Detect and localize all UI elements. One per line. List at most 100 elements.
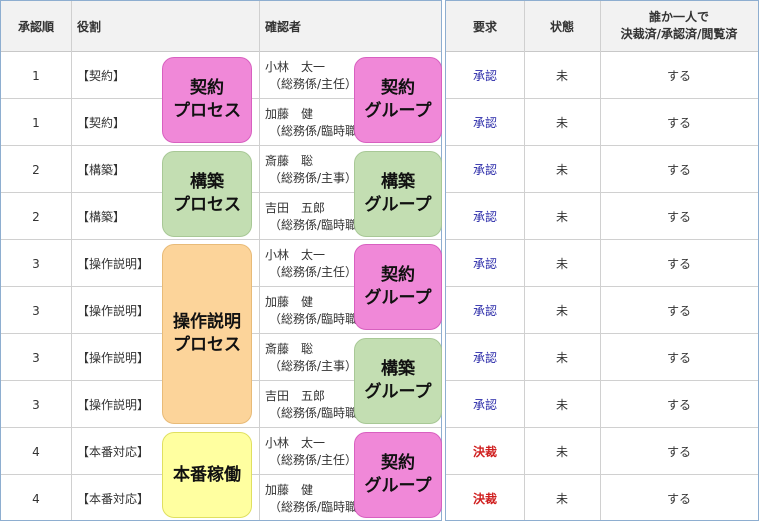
header-request: 要求 — [446, 1, 524, 51]
row-divider — [1, 145, 441, 146]
group-label-line2: グループ — [364, 101, 432, 121]
header-role: 役割 — [71, 1, 259, 51]
request-type[interactable]: 決裁 — [446, 428, 524, 475]
header-anyone-line1: 誰か一人で — [648, 10, 709, 24]
table-row: 承認 未 する — [446, 99, 758, 146]
process-label-line1: 本番稼働 — [173, 464, 241, 485]
header-anyone: 誰か一人で決裁済/承認済/閲覧済 — [600, 1, 758, 51]
group-label-box: 契約 グループ — [354, 244, 442, 330]
process-label-line2: プロセス — [173, 101, 241, 121]
process-label-box: 契約 プロセス — [162, 57, 252, 143]
approval-order: 4 — [32, 444, 40, 459]
confirmer-name: 小林 太一 — [265, 247, 326, 262]
row-divider — [446, 145, 758, 146]
process-label-box: 本番稼働 — [162, 432, 252, 518]
request-type[interactable]: 決裁 — [446, 475, 524, 522]
column-divider — [71, 1, 72, 520]
table-row: 決裁 未 する — [446, 428, 758, 475]
table-row: 承認 未 する — [446, 381, 758, 428]
anyone-setting[interactable]: する — [600, 146, 758, 193]
confirmer-name: 加藤 健 — [265, 294, 314, 309]
process-label-line1: 構築 — [190, 172, 224, 192]
row-divider — [446, 333, 758, 334]
group-label-line1: 契約 — [381, 265, 415, 285]
approval-status: 未 — [555, 304, 568, 318]
group-label-line1: 契約 — [381, 78, 415, 98]
anyone-setting[interactable]: する — [600, 475, 758, 522]
anyone-setting[interactable]: する — [600, 381, 758, 428]
table-row: 承認 未 する — [446, 240, 758, 287]
confirmer-name: 加藤 健 — [265, 106, 314, 121]
anyone-setting[interactable]: する — [600, 287, 758, 334]
header-order: 承認順 — [1, 1, 71, 51]
approval-order: 2 — [32, 209, 40, 224]
column-divider — [524, 1, 525, 520]
approval-status: 未 — [555, 445, 568, 459]
group-label-line2: グループ — [364, 195, 432, 215]
table-row: 承認 未 する — [446, 193, 758, 240]
group-label-box: 契約 グループ — [354, 432, 442, 518]
process-label-line2: プロセス — [173, 335, 241, 355]
confirmer-department: （総務係/主事） — [269, 170, 358, 185]
group-label-box: 契約 グループ — [354, 57, 442, 143]
request-type[interactable]: 承認 — [446, 240, 524, 287]
table-row: 決裁 未 する — [446, 475, 758, 522]
row-divider — [446, 474, 758, 475]
anyone-setting[interactable]: する — [600, 240, 758, 287]
approval-status: 未 — [555, 398, 568, 412]
group-label-box: 構築 グループ — [354, 151, 442, 237]
approval-order: 3 — [32, 350, 40, 365]
request-type[interactable]: 承認 — [446, 287, 524, 334]
approval-status: 未 — [555, 492, 568, 506]
request-type[interactable]: 承認 — [446, 193, 524, 240]
table-row: 承認 未 する — [446, 334, 758, 381]
confirmer-department: （総務係/主任） — [269, 76, 358, 91]
request-type[interactable]: 承認 — [446, 99, 524, 146]
request-type[interactable]: 承認 — [446, 334, 524, 381]
row-divider — [446, 192, 758, 193]
anyone-setting[interactable]: する — [600, 52, 758, 99]
request-type[interactable]: 承認 — [446, 381, 524, 428]
confirmer-name: 小林 太一 — [265, 59, 326, 74]
confirmer-name: 斎藤 聡 — [265, 341, 314, 356]
approval-status: 未 — [555, 210, 568, 224]
column-divider — [600, 1, 601, 520]
row-divider — [446, 239, 758, 240]
group-label-line2: グループ — [364, 288, 432, 308]
approval-status: 未 — [555, 257, 568, 271]
table-row: 承認 未 する — [446, 52, 758, 99]
confirmer-name: 吉田 五郎 — [265, 200, 326, 215]
request-type[interactable]: 承認 — [446, 52, 524, 99]
anyone-setting[interactable]: する — [600, 99, 758, 146]
header-status: 状態 — [524, 1, 600, 51]
row-divider — [1, 239, 441, 240]
confirmer-name: 加藤 健 — [265, 482, 314, 497]
approval-settings-table-right: 要求 状態 誰か一人で 決裁済/承認済/閲覧済 承認未する 承認未する 承認未する 承認未する… — [445, 0, 759, 521]
approval-order: 1 — [32, 68, 40, 83]
approval-status: 未 — [555, 163, 568, 177]
approval-status: 未 — [555, 351, 568, 365]
anyone-setting[interactable]: する — [600, 193, 758, 240]
group-label-line2: グループ — [364, 476, 432, 496]
confirmer-department: （総務係/主任） — [269, 264, 358, 279]
approval-status: 未 — [555, 116, 568, 130]
anyone-setting[interactable]: する — [600, 334, 758, 381]
anyone-setting[interactable]: する — [600, 428, 758, 475]
approval-order: 3 — [32, 397, 40, 412]
row-divider — [446, 427, 758, 428]
header-anyone-line2: 決裁済/承認済/閲覧済 — [620, 27, 738, 41]
row-divider — [446, 286, 758, 287]
row-divider — [446, 98, 758, 99]
group-label-line1: 構築 — [381, 172, 415, 192]
request-type[interactable]: 承認 — [446, 146, 524, 193]
group-label-box: 構築 グループ — [354, 338, 442, 424]
group-label-line1: 構築 — [381, 359, 415, 379]
confirmer-department: （総務係/主事） — [269, 358, 358, 373]
process-label-line1: 契約 — [190, 78, 224, 98]
process-label-line2: プロセス — [173, 195, 241, 215]
confirmer-name: 小林 太一 — [265, 435, 326, 450]
process-label-box: 構築 プロセス — [162, 151, 252, 237]
approval-status: 未 — [555, 69, 568, 83]
approval-order: 3 — [32, 303, 40, 318]
confirmer-name: 斎藤 聡 — [265, 153, 314, 168]
